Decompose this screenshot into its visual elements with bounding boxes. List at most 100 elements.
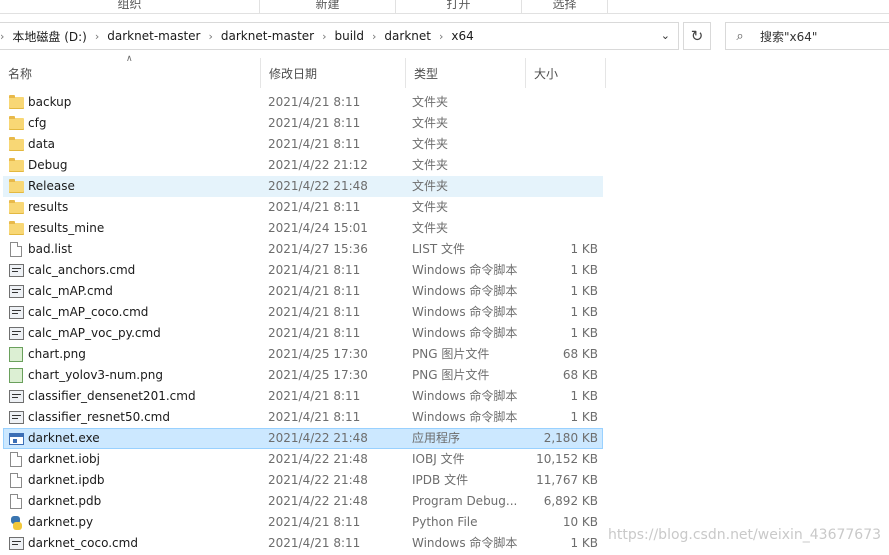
- column-header-size[interactable]: 大小: [526, 58, 606, 88]
- file-row[interactable]: backup 2021/4/21 8:11 文件夹: [0, 92, 889, 113]
- file-name: Release: [28, 179, 75, 193]
- file-type: 应用程序: [412, 431, 461, 445]
- file-type: IPDB 文件: [412, 473, 469, 487]
- cmd-script-icon-glyph: [8, 327, 24, 340]
- file-size: 1 KB: [570, 536, 598, 550]
- cmd-script-icon-glyph: [8, 411, 24, 424]
- cmd-script-icon: [8, 533, 24, 554]
- file-row[interactable]: Debug 2021/4/22 21:12 文件夹: [0, 155, 889, 176]
- file-row[interactable]: calc_anchors.cmd 2021/4/21 8:11 Windows 命令…: [0, 260, 889, 281]
- breadcrumb-item-darknet-master[interactable]: darknet-master: [103, 29, 204, 43]
- file-name: darknet.ipdb: [28, 473, 105, 487]
- file-size: 1 KB: [570, 389, 598, 403]
- folder-icon-glyph: [8, 157, 24, 172]
- file-type: Windows 命令脚本: [412, 410, 518, 424]
- file-date: 2021/4/21 8:11: [268, 137, 361, 151]
- file-name: classifier_resnet50.cmd: [28, 410, 170, 424]
- file-name: calc_anchors.cmd: [28, 263, 136, 277]
- file-row[interactable]: chart_yolov3-num.png 2021/4/25 17:30 PNG 图…: [0, 365, 889, 386]
- file-date: 2021/4/22 21:48: [268, 179, 368, 193]
- file-name: chart.png: [28, 347, 86, 361]
- cmd-script-icon-glyph: [8, 537, 24, 550]
- file-icon: [8, 239, 24, 260]
- file-row[interactable]: calc_mAP.cmd 2021/4/21 8:11 Windows 命令脚本 1 …: [0, 281, 889, 302]
- folder-icon: [8, 92, 24, 113]
- file-row[interactable]: calc_mAP_coco.cmd 2021/4/21 8:11 Windows 命…: [0, 302, 889, 323]
- column-header-date[interactable]: 修改日期: [261, 58, 406, 88]
- file-row[interactable]: classifier_densenet201.cmd 2021/4/21 8:11…: [0, 386, 889, 407]
- file-date: 2021/4/22 21:48: [268, 473, 368, 487]
- file-date: 2021/4/27 15:36: [268, 242, 368, 256]
- breadcrumb-item-darknet-master-inner[interactable]: darknet-master: [217, 29, 318, 43]
- file-date: 2021/4/21 8:11: [268, 389, 361, 403]
- cmd-script-icon: [8, 407, 24, 428]
- file-name: data: [28, 137, 56, 151]
- address-history-dropdown-icon[interactable]: ⌄: [661, 29, 670, 42]
- address-bar[interactable]: › 本地磁盘 (D:) › darknet-master › darknet-m…: [0, 22, 679, 50]
- folder-icon-glyph: [8, 94, 24, 109]
- file-size: 10,152 KB: [536, 452, 598, 466]
- folder-icon-glyph: [8, 178, 24, 193]
- file-row[interactable]: data 2021/4/21 8:11 文件夹: [0, 134, 889, 155]
- file-row[interactable]: cfg 2021/4/21 8:11 文件夹: [0, 113, 889, 134]
- breadcrumb-item-x64[interactable]: x64: [447, 29, 477, 43]
- refresh-icon: ↻: [690, 27, 704, 45]
- column-header-name[interactable]: 名称: [0, 58, 261, 88]
- breadcrumb-item-drive[interactable]: 本地磁盘 (D:): [8, 28, 90, 45]
- file-row[interactable]: darknet.pdb 2021/4/22 21:48 Program Debug.…: [0, 491, 889, 512]
- file-row[interactable]: darknet.exe 2021/4/22 21:48 应用程序 2,180 KB: [0, 428, 889, 449]
- breadcrumb-chevron-icon[interactable]: ›: [435, 30, 447, 43]
- file-row[interactable]: calc_mAP_voc_py.cmd 2021/4/21 8:11 Windows…: [0, 323, 889, 344]
- png-image-icon-glyph: [9, 368, 23, 383]
- file-size: 1 KB: [570, 242, 598, 256]
- file-row[interactable]: darknet.iobj 2021/4/22 21:48 IOBJ 文件 10,152…: [0, 449, 889, 470]
- file-row[interactable]: classifier_resnet50.cmd 2021/4/21 8:11 Win…: [0, 407, 889, 428]
- file-size: 1 KB: [570, 284, 598, 298]
- file-size: 1 KB: [570, 305, 598, 319]
- cmd-script-icon-glyph: [8, 306, 24, 319]
- file-row[interactable]: results 2021/4/21 8:11 文件夹: [0, 197, 889, 218]
- file-date: 2021/4/21 8:11: [268, 536, 361, 550]
- file-type: IOBJ 文件: [412, 452, 465, 466]
- cmd-script-icon: [8, 260, 24, 281]
- column-header-type[interactable]: 类型: [406, 58, 526, 88]
- file-type: Windows 命令脚本: [412, 326, 518, 340]
- breadcrumb-chevron-icon[interactable]: ›: [91, 30, 103, 43]
- breadcrumb-chevron-icon[interactable]: ›: [318, 30, 330, 43]
- file-date: 2021/4/22 21:48: [268, 494, 368, 508]
- file-type: Program Debug...: [412, 494, 518, 508]
- folder-icon: [8, 176, 24, 197]
- file-size: 10 KB: [562, 515, 598, 529]
- search-box[interactable]: ⌕ 搜索"x64": [725, 22, 889, 50]
- watermark: https://blog.csdn.net/weixin_43677673: [608, 527, 882, 543]
- breadcrumb-chevron-icon[interactable]: ›: [368, 30, 380, 43]
- file-row[interactable]: results_mine 2021/4/24 15:01 文件夹: [0, 218, 889, 239]
- file-size: [526, 113, 598, 134]
- file-type: Windows 命令脚本: [412, 389, 518, 403]
- ribbon-group-select: 选择: [522, 0, 608, 14]
- file-row[interactable]: chart.png 2021/4/25 17:30 PNG 图片文件 68 KB: [0, 344, 889, 365]
- file-name: classifier_densenet201.cmd: [28, 389, 196, 403]
- file-row[interactable]: Release 2021/4/22 21:48 文件夹: [0, 176, 889, 197]
- ribbon-group-open: 打开: [396, 0, 522, 14]
- breadcrumb-item-darknet[interactable]: darknet: [380, 29, 435, 43]
- png-image-icon: [8, 365, 24, 386]
- file-size: [526, 176, 598, 197]
- file-row[interactable]: darknet.ipdb 2021/4/22 21:48 IPDB 文件 11,767…: [0, 470, 889, 491]
- file-date: 2021/4/22 21:12: [268, 158, 368, 172]
- ribbon-group-new: 新建: [260, 0, 396, 14]
- breadcrumb-chevron-icon[interactable]: ›: [204, 30, 216, 43]
- file-type: PNG 图片文件: [412, 368, 490, 382]
- breadcrumb-chevron-icon[interactable]: ›: [0, 30, 8, 43]
- file-type: 文件夹: [412, 137, 449, 151]
- file-icon-glyph: [10, 494, 22, 509]
- folder-icon: [8, 134, 24, 155]
- cmd-script-icon: [8, 302, 24, 323]
- file-row[interactable]: bad.list 2021/4/27 15:36 LIST 文件 1 KB: [0, 239, 889, 260]
- file-type: PNG 图片文件: [412, 347, 490, 361]
- breadcrumb-item-build[interactable]: build: [331, 29, 369, 43]
- png-image-icon: [8, 344, 24, 365]
- file-name: darknet.iobj: [28, 452, 100, 466]
- search-placeholder: 搜索"x64": [760, 29, 818, 44]
- refresh-button[interactable]: ↻: [683, 22, 711, 50]
